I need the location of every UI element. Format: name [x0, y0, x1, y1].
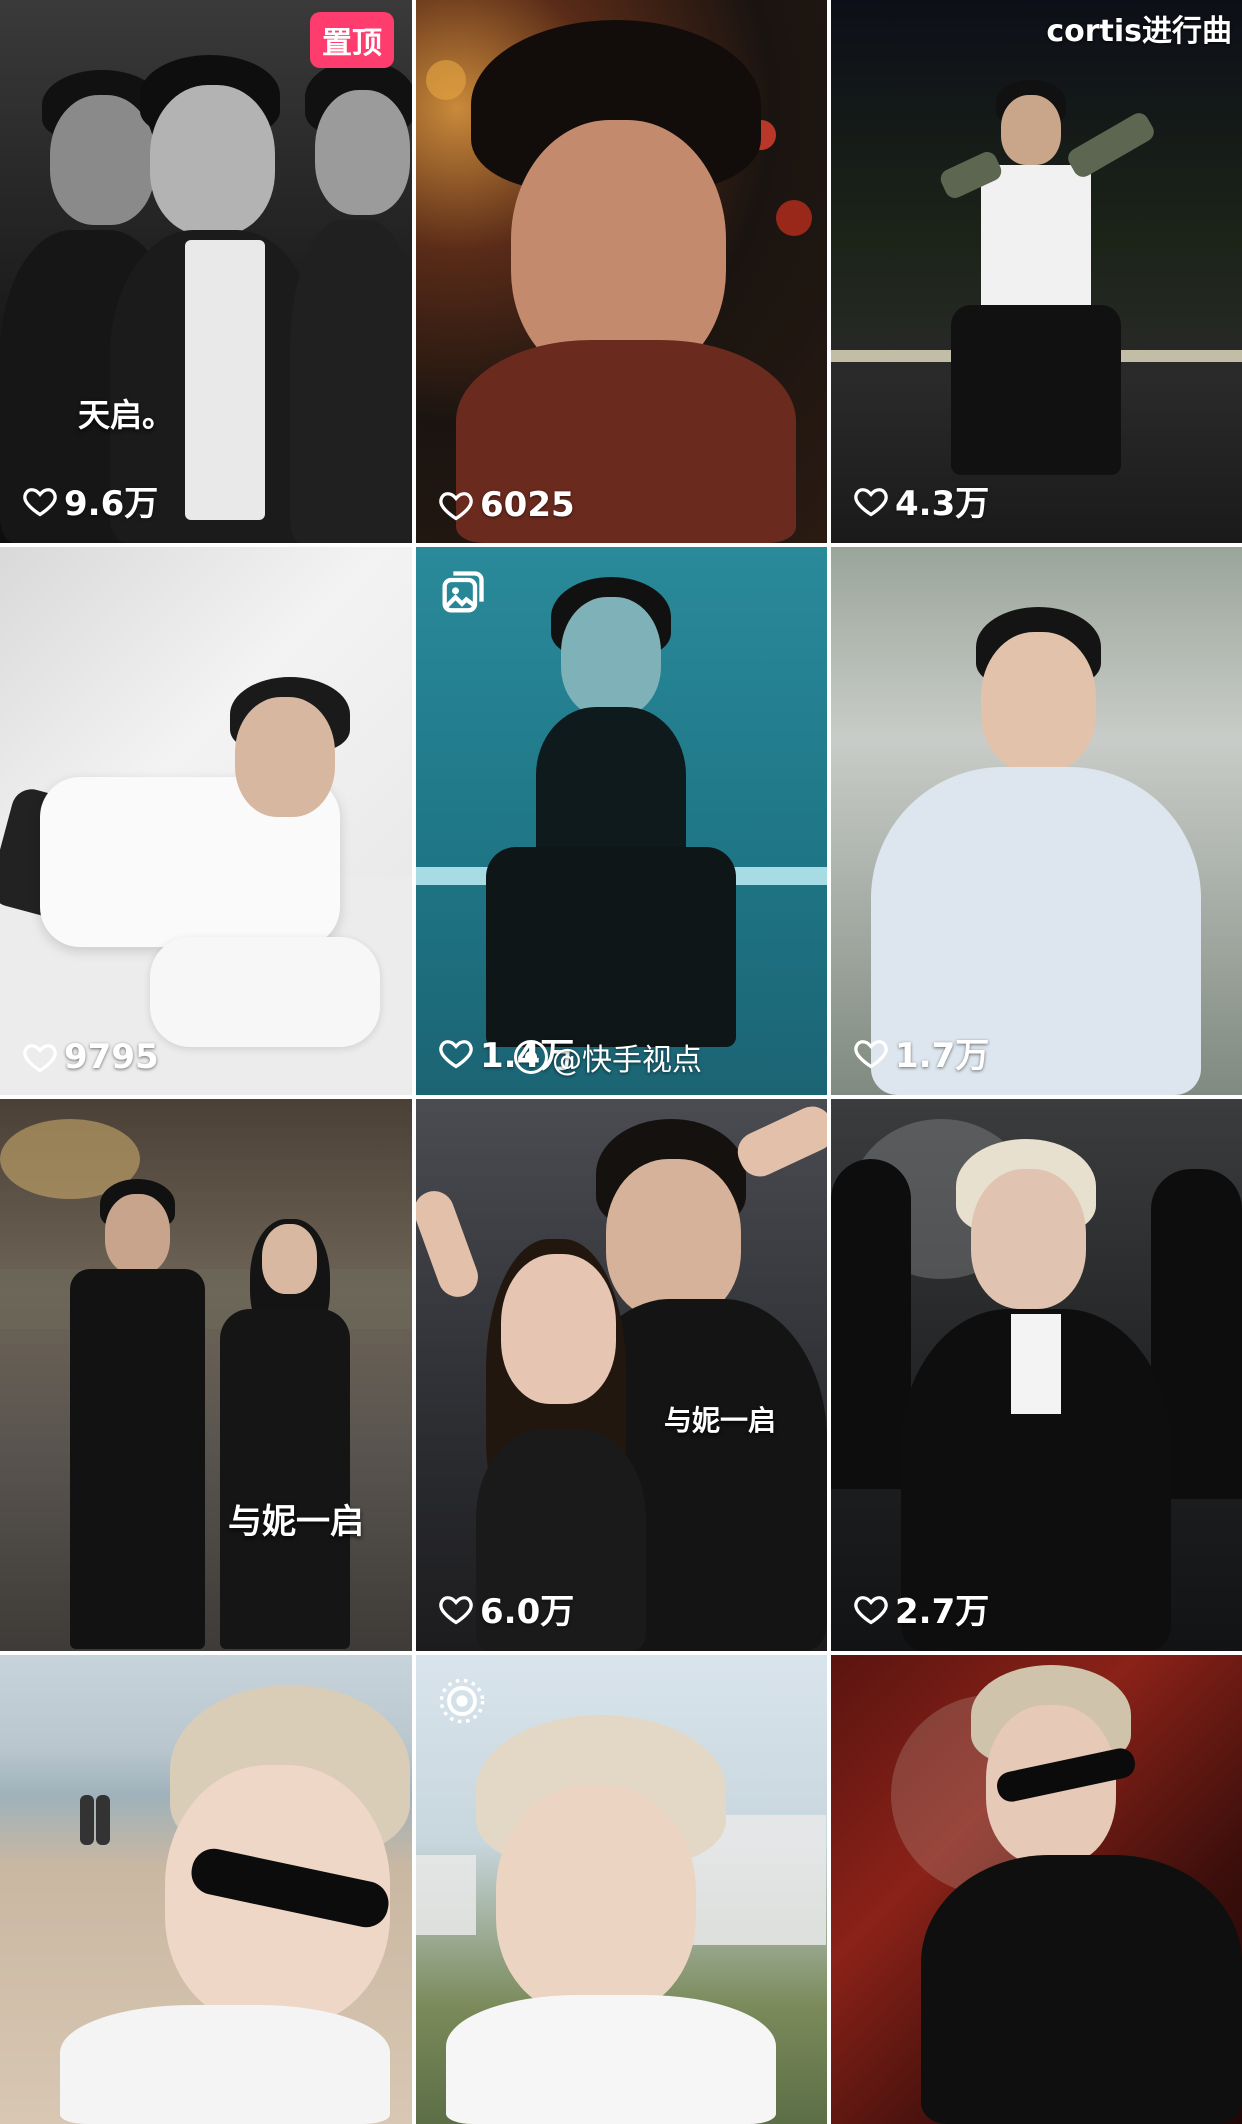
image-album-icon — [442, 571, 484, 613]
video-grid: 置顶 天启。 9.6万 6025 cortis进行曲 4.3万 9795 1.4… — [0, 0, 1242, 2124]
video-tile-10[interactable] — [0, 1655, 412, 2124]
heart-icon — [23, 1044, 57, 1073]
like-count-value: 2.7万 — [895, 1592, 990, 1632]
watermark: @快手视点 — [514, 1035, 702, 1079]
heart-icon — [854, 1595, 888, 1624]
video-tile-7[interactable]: 与妮一启 — [0, 1099, 412, 1651]
heart-icon — [439, 1039, 473, 1068]
like-count: 2.7万 — [853, 1584, 989, 1633]
heart-icon — [439, 492, 473, 521]
video-tile-11[interactable] — [416, 1655, 827, 2124]
like-count: 6025 — [438, 485, 575, 525]
like-count: 1.7万 — [853, 1028, 989, 1077]
heart-icon — [439, 1595, 473, 1624]
like-count: 9.6万 — [22, 476, 158, 525]
video-tile-5[interactable]: 1.4万 @快手视点 — [416, 547, 827, 1095]
heart-icon — [854, 1039, 888, 1068]
video-tile-6[interactable]: 1.7万 — [831, 547, 1242, 1095]
live-photo-icon — [439, 1678, 485, 1724]
like-count-value: 9795 — [64, 1037, 159, 1077]
heart-icon — [23, 487, 57, 516]
like-count-value: 6.0万 — [480, 1592, 575, 1632]
video-tile-12[interactable] — [831, 1655, 1242, 2124]
video-tile-9[interactable]: 2.7万 — [831, 1099, 1242, 1651]
video-tile-8[interactable]: 与妮一启 6.0万 — [416, 1099, 827, 1651]
video-tile-3[interactable]: cortis进行曲 4.3万 — [831, 0, 1242, 543]
overlay-title: cortis进行曲 — [1046, 14, 1232, 49]
like-count: 9795 — [22, 1037, 159, 1077]
video-caption: 与妮一启 — [228, 1502, 364, 1542]
like-count: 6.0万 — [438, 1584, 574, 1633]
like-count: 4.3万 — [853, 476, 989, 525]
video-caption: 天启。 — [78, 396, 175, 434]
watermark-text: @快手视点 — [552, 1043, 702, 1078]
video-tile-4[interactable]: 9795 — [0, 547, 412, 1095]
pinned-badge: 置顶 — [310, 12, 394, 68]
like-count-value: 9.6万 — [64, 484, 159, 524]
like-count-value: 6025 — [480, 485, 575, 525]
video-caption: 与妮一启 — [664, 1404, 777, 1437]
like-count-value: 1.7万 — [895, 1036, 990, 1076]
video-tile-1[interactable]: 置顶 天启。 9.6万 — [0, 0, 412, 543]
kuaishou-logo-icon — [514, 1040, 548, 1074]
video-tile-2[interactable]: 6025 — [416, 0, 827, 543]
like-count-value: 4.3万 — [895, 484, 990, 524]
heart-icon — [854, 487, 888, 516]
